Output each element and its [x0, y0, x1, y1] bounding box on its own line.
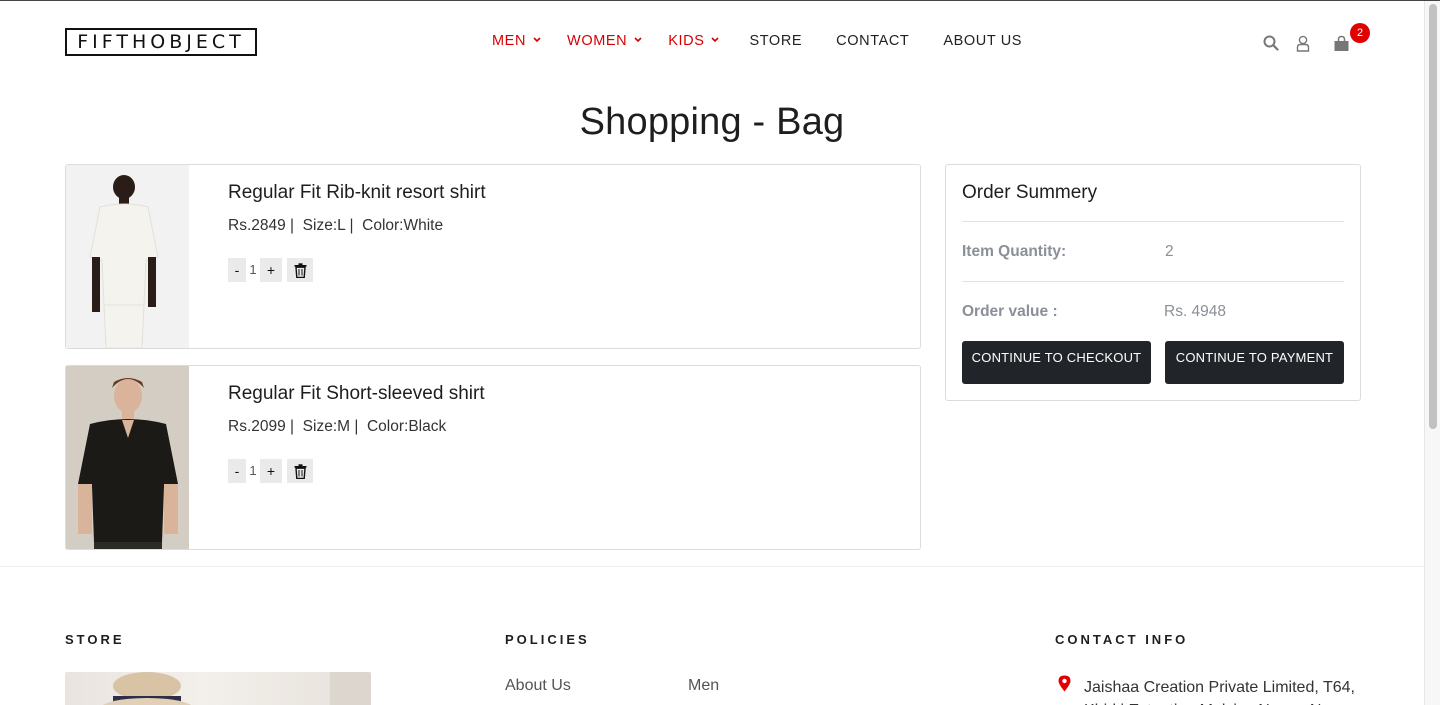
scrollbar-thumb[interactable] — [1429, 4, 1437, 429]
footer-policies-heading: POLICIES — [505, 632, 590, 647]
chevron-down-icon — [711, 35, 720, 45]
item-quantity-label: Item Quantity: — [962, 243, 1067, 260]
footer-contact-heading: CONTACT INFO — [1055, 632, 1189, 647]
chevron-down-icon — [533, 35, 541, 45]
item-quantity-value: 2 — [1165, 243, 1174, 260]
increase-quantity-button[interactable]: + — [260, 258, 282, 282]
nav-item-men[interactable]: MEN — [492, 33, 541, 49]
product-image[interactable] — [66, 165, 189, 348]
trash-icon[interactable] — [287, 459, 313, 483]
quantity-value: 1 — [249, 262, 257, 277]
decrease-quantity-button[interactable]: - — [228, 258, 246, 282]
quantity-stepper: - 1 + — [228, 257, 313, 283]
footer-link-about-us[interactable]: About Us — [505, 677, 571, 695]
nav-label: KIDS — [668, 33, 705, 49]
page-scrollbar[interactable] — [1424, 1, 1440, 705]
summary-title: Order Summery — [962, 182, 1098, 203]
trash-icon[interactable] — [287, 258, 313, 282]
decrease-quantity-button[interactable]: - — [228, 459, 246, 483]
cart-count-badge: 2 — [1350, 23, 1370, 43]
nav-item-women[interactable]: WOMEN — [567, 33, 642, 49]
cart-item: Regular Fit Rib-knit resort shirt Rs.284… — [65, 164, 921, 349]
continue-to-payment-button[interactable]: CONTINUE TO PAYMENT — [1165, 341, 1344, 384]
quantity-stepper: - 1 + — [228, 458, 313, 484]
quantity-value: 1 — [249, 463, 257, 478]
divider — [962, 221, 1344, 222]
search-icon[interactable] — [1262, 34, 1280, 52]
location-pin-icon — [1058, 675, 1071, 697]
order-value-amount: Rs. 4948 — [1164, 303, 1227, 320]
shopping-bag-icon[interactable] — [1332, 34, 1350, 52]
nav-item-store[interactable]: STORE — [749, 33, 802, 49]
cart-item: Regular Fit Short-sleeved shirt Rs.2099 … — [65, 365, 921, 550]
product-meta: Rs.2099 | Size:M | Color:Black — [228, 418, 447, 435]
order-summary: Order Summery Item Quantity: 2 Order val… — [945, 164, 1361, 401]
order-value-label: Order value : — [962, 303, 1058, 320]
footer-store-heading: STORE — [65, 632, 125, 647]
store-image[interactable] — [65, 672, 371, 705]
footer-divider — [0, 566, 1424, 567]
nav-item-kids[interactable]: KIDS — [668, 33, 720, 49]
nav-label: ABOUT US — [943, 33, 1023, 49]
divider — [962, 281, 1344, 282]
user-icon[interactable] — [1294, 34, 1312, 52]
nav-item-contact[interactable]: CONTACT — [836, 33, 909, 49]
nav-label: STORE — [749, 33, 803, 49]
nav-item-about-us[interactable]: ABOUT US — [943, 33, 1022, 49]
nav-label: MEN — [492, 33, 527, 49]
product-meta: Rs.2849 | Size:L | Color:White — [228, 217, 444, 234]
chevron-down-icon — [634, 35, 642, 45]
contact-address: Jaishaa Creation Private Limited, T64, K… — [1084, 679, 1355, 705]
site-logo[interactable]: FIFTHOBJECT — [65, 28, 257, 56]
increase-quantity-button[interactable]: + — [260, 459, 282, 483]
page-title: Shopping - Bag — [579, 101, 845, 143]
site-header: FIFTHOBJECT MEN WOMEN KIDS STORE CONTACT — [0, 1, 1424, 83]
header-icons: 2 — [1262, 23, 1370, 52]
nav-label: CONTACT — [836, 33, 910, 49]
product-name[interactable]: Regular Fit Rib-knit resort shirt — [228, 182, 486, 204]
continue-to-checkout-button[interactable]: CONTINUE TO CHECKOUT — [962, 341, 1151, 384]
nav-label: WOMEN — [567, 33, 628, 49]
main-nav: MEN WOMEN KIDS STORE CONTACT ABOUT US — [492, 33, 1056, 49]
footer-link-men[interactable]: Men — [688, 677, 719, 695]
product-name[interactable]: Regular Fit Short-sleeved shirt — [228, 383, 485, 405]
product-image[interactable] — [66, 366, 189, 549]
